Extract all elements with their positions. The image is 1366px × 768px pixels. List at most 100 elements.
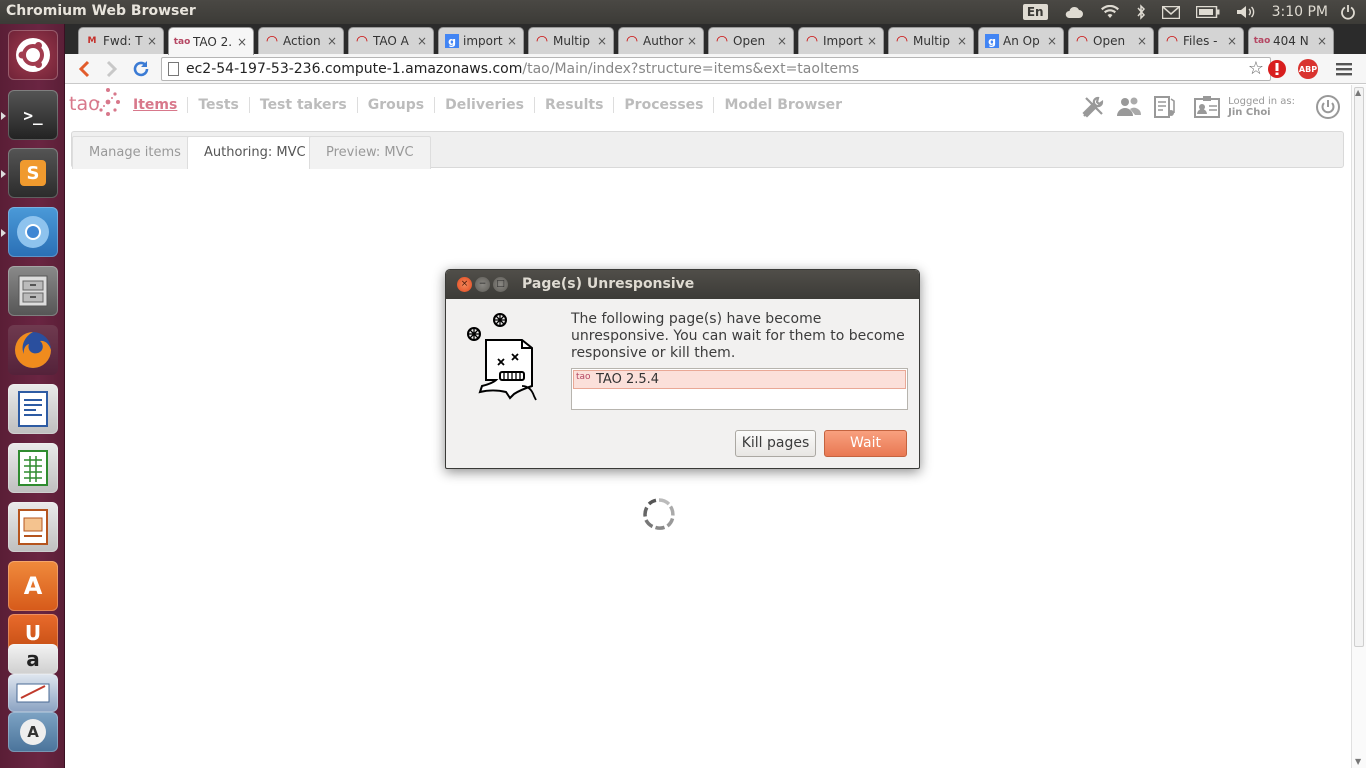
launcher-running-indicator — [1, 229, 6, 237]
forward-button[interactable] — [101, 58, 123, 80]
adblock-plus-button[interactable]: ABP — [1297, 58, 1319, 80]
dialog-minimize-button[interactable]: − — [475, 277, 490, 292]
wait-button[interactable]: Wait — [824, 430, 907, 457]
logout-power-icon[interactable] — [1313, 92, 1343, 122]
tab-label: Open — [733, 34, 766, 48]
dialog-close-button[interactable]: × — [457, 277, 472, 292]
unresponsive-pages-list[interactable]: tao TAO 2.5.4 — [571, 368, 908, 410]
scrollbar-thumb[interactable] — [1354, 87, 1364, 647]
media-manager-icon[interactable] — [1150, 92, 1180, 122]
reload-button[interactable] — [130, 58, 152, 80]
launcher-chromium[interactable] — [8, 207, 58, 257]
scroll-down-arrow-icon[interactable]: ▼ — [1355, 757, 1361, 766]
launcher-software-center[interactable]: A — [8, 561, 58, 611]
bookmark-star-icon[interactable]: ☆ — [1248, 58, 1264, 80]
browser-tab[interactable]: g import × — [438, 27, 524, 54]
launcher-workbench[interactable] — [8, 674, 58, 712]
browser-tab[interactable]: tao TAO 2. × — [168, 27, 254, 55]
browser-tab[interactable]: ◠ Files - × — [1158, 27, 1244, 54]
forward-arrow-icon — [106, 60, 118, 78]
launcher-libreoffice-impress[interactable] — [8, 502, 58, 552]
tab-close-icon[interactable]: × — [597, 34, 607, 48]
launcher-libreoffice-writer[interactable] — [8, 384, 58, 434]
impress-presentation-icon — [18, 509, 48, 545]
tab-close-icon[interactable]: × — [1227, 34, 1237, 48]
launcher-sublime-text[interactable]: S — [8, 148, 58, 198]
subtab-authoring-mvc[interactable]: Authoring: MVC — [187, 136, 323, 169]
launcher-file-manager[interactable] — [8, 266, 58, 316]
chrome-menu-button[interactable] — [1333, 58, 1355, 80]
nav-processes[interactable]: Processes — [614, 97, 715, 113]
nav-test-takers[interactable]: Test takers — [250, 97, 358, 113]
tab-close-icon[interactable]: × — [147, 34, 157, 48]
launcher-libreoffice-calc[interactable] — [8, 443, 58, 493]
tab-close-icon[interactable]: × — [867, 34, 877, 48]
clock[interactable]: 3:10 PM — [1272, 4, 1328, 20]
browser-tab[interactable]: ◠ Open × — [1068, 27, 1154, 54]
browser-tab[interactable]: ◠ Action × — [258, 27, 344, 54]
scroll-up-arrow-icon[interactable]: ▲ — [1355, 88, 1361, 97]
tab-close-icon[interactable]: × — [507, 34, 517, 48]
nav-deliveries[interactable]: Deliveries — [435, 97, 535, 113]
google-favicon-icon: g — [445, 34, 459, 48]
nav-groups[interactable]: Groups — [358, 97, 436, 113]
redhat-favicon-icon: ◠ — [626, 33, 638, 49]
stop-sign-extension-icon[interactable] — [1266, 58, 1288, 80]
back-button[interactable] — [73, 58, 95, 80]
tab-close-icon[interactable]: × — [957, 34, 967, 48]
mail-icon[interactable] — [1161, 5, 1180, 19]
page-scrollbar[interactable]: ▲ ▼ — [1351, 85, 1366, 768]
launcher-terminal[interactable]: >_ — [8, 90, 58, 140]
settings-tools-icon[interactable] — [1078, 92, 1108, 122]
battery-icon[interactable] — [1195, 6, 1220, 18]
cloud-icon[interactable] — [1064, 5, 1084, 19]
browser-tab[interactable]: ◠ Author × — [618, 27, 704, 54]
subtab-manage-items[interactable]: Manage items — [72, 136, 198, 169]
keyboard-layout-indicator[interactable]: En — [1022, 4, 1048, 20]
loading-spinner-icon — [643, 498, 675, 530]
tab-close-icon[interactable]: × — [687, 34, 697, 48]
nav-items[interactable]: Items — [133, 97, 189, 113]
kill-pages-button[interactable]: Kill pages — [735, 430, 816, 457]
nav-results[interactable]: Results — [535, 97, 615, 113]
tab-close-icon[interactable]: × — [417, 34, 427, 48]
nav-tests[interactable]: Tests — [188, 97, 250, 113]
terminal-icon: >_ — [23, 105, 43, 125]
browser-tab[interactable]: ◠ TAO A × — [348, 27, 434, 54]
wifi-icon[interactable] — [1100, 5, 1120, 19]
launcher-firefox[interactable] — [8, 325, 58, 375]
tab-label: 404 N — [1273, 34, 1309, 48]
tab-close-icon[interactable]: × — [327, 34, 337, 48]
subtab-preview-mvc[interactable]: Preview: MVC — [309, 136, 431, 169]
tab-label: Open — [1093, 34, 1126, 48]
ubuntu-one-icon: U — [24, 621, 42, 645]
users-icon[interactable] — [1114, 92, 1144, 122]
browser-tab[interactable]: tao 404 N × — [1248, 27, 1334, 54]
launcher-apt-manager[interactable]: A — [8, 712, 58, 752]
logged-in-info[interactable]: Logged in as: Jin Choi — [1194, 95, 1295, 119]
unresponsive-page-title: TAO 2.5.4 — [596, 372, 660, 387]
power-icon[interactable] — [1340, 4, 1356, 24]
browser-tab[interactable]: ◠ Multip × — [888, 27, 974, 54]
tab-close-icon[interactable]: × — [1137, 34, 1147, 48]
address-bar[interactable]: ec2-54-197-53-236.compute-1.amazonaws.co… — [161, 57, 1271, 81]
launcher-amazon[interactable]: a — [8, 644, 58, 674]
browser-tab[interactable]: M Fwd: T × — [78, 27, 164, 54]
dialog-titlebar[interactable]: × − □ Page(s) Unresponsive — [446, 270, 919, 299]
dialog-maximize-button[interactable]: □ — [493, 277, 508, 292]
tab-close-icon[interactable]: × — [1317, 34, 1327, 48]
tao-logo[interactable]: tao — [69, 88, 120, 116]
tab-close-icon[interactable]: × — [777, 34, 787, 48]
browser-tab[interactable]: ◠ Open × — [708, 27, 794, 54]
launcher-ubuntu-dash[interactable] — [8, 30, 58, 80]
browser-tab[interactable]: ◠ Import × — [798, 27, 884, 54]
bluetooth-icon[interactable] — [1136, 4, 1146, 20]
tab-strip: M Fwd: T × tao TAO 2. × ◠ Action × ◠ TAO A × g import… — [65, 24, 1366, 55]
volume-icon[interactable] — [1236, 5, 1256, 19]
browser-tab[interactable]: ◠ Multip × — [528, 27, 614, 54]
tab-close-icon[interactable]: × — [1047, 34, 1057, 48]
browser-tab[interactable]: g An Op × — [978, 27, 1064, 54]
tab-close-icon[interactable]: × — [237, 35, 247, 49]
nav-model-browser[interactable]: Model Browser — [714, 97, 852, 113]
unresponsive-page-item[interactable]: tao TAO 2.5.4 — [573, 370, 906, 389]
